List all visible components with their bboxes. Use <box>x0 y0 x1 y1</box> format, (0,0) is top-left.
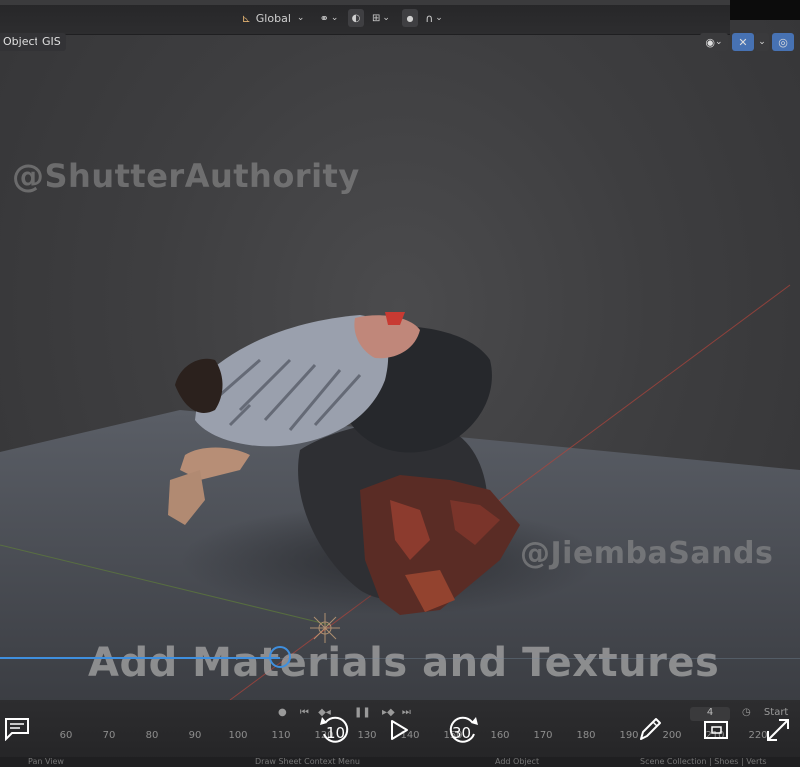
picture-in-picture-button[interactable] <box>702 718 730 742</box>
gizmo-icon: ✕ <box>738 35 748 49</box>
annotate-button[interactable] <box>636 714 664 744</box>
clock-icon: ◷ <box>742 707 751 718</box>
proportional-editing-toggle[interactable]: ● <box>402 9 418 27</box>
object-menu-label: Object <box>3 35 39 48</box>
play-icon <box>391 720 408 740</box>
frame-number: 160 <box>490 730 510 741</box>
skip-forward-value: 30 <box>452 724 472 742</box>
chat-icon <box>5 718 29 741</box>
frame-number: 60 <box>59 730 73 741</box>
gizmo-dropdown[interactable]: ⌄ <box>755 33 769 51</box>
falloff-dropdown[interactable]: ∩ ⌄ <box>421 9 447 27</box>
captions-button[interactable] <box>4 716 30 742</box>
status-bar: Pan View Draw Sheet Context Menu Add Obj… <box>0 757 800 767</box>
window-corner <box>730 0 800 20</box>
expand-icon <box>767 719 789 741</box>
gizmo-toggle[interactable]: ✕ <box>732 33 754 51</box>
falloff-curve-icon: ∩ <box>425 11 434 25</box>
next-key-icon[interactable]: ▸◆ <box>382 707 395 718</box>
pause-icon[interactable]: ❚❚ <box>354 707 371 718</box>
gis-menu[interactable]: GIS <box>37 33 66 51</box>
magnet-icon: ◐ <box>351 12 361 24</box>
chevron-down-icon: ⌄ <box>382 13 390 23</box>
fullscreen-button[interactable] <box>764 716 792 744</box>
chevron-down-icon: ⌄ <box>330 13 339 23</box>
frame-number: 90 <box>188 730 202 741</box>
snap-toggle[interactable]: ◐ <box>348 9 364 27</box>
frame-number: 70 <box>102 730 116 741</box>
link-icon: ⚭ <box>319 11 329 25</box>
status-right: Scene Collection | Shoes | Verts <box>640 757 767 766</box>
pencil-icon <box>640 718 661 740</box>
frame-number: 100 <box>228 730 248 741</box>
video-caption: Add Materials and Textures <box>88 640 720 686</box>
orientation-icon: ⊾ <box>241 11 251 25</box>
chevron-down-icon: ⌄ <box>296 13 305 23</box>
frame-number: 180 <box>576 730 596 741</box>
skip-forward-button[interactable]: 30 <box>446 714 480 744</box>
record-icon[interactable]: ● <box>278 707 287 718</box>
status-center-2: Add Object <box>495 757 540 766</box>
frame-number: 110 <box>271 730 291 741</box>
snap-target-dropdown[interactable]: ⊞ ⌄ <box>367 9 395 27</box>
dot-icon: ● <box>406 13 414 23</box>
transform-orientation-dropdown[interactable]: ⊾ Global ⌄ <box>238 9 308 27</box>
gis-menu-label: GIS <box>42 35 61 48</box>
visibility-dropdown[interactable]: ◉ ⌄ <box>700 33 728 51</box>
frame-number: 200 <box>662 730 682 741</box>
pip-icon <box>704 721 728 739</box>
workspace-tabs[interactable] <box>0 0 730 5</box>
chevron-down-icon: ⌄ <box>758 37 766 47</box>
overlay-toggle[interactable]: ◎ <box>772 33 794 51</box>
skip-back-value: 10 <box>326 724 346 742</box>
watermark-right: @JiembaSands <box>520 536 774 571</box>
current-frame-value: 4 <box>706 707 714 718</box>
skip-back-button[interactable]: 10 <box>318 714 352 744</box>
viewport-header <box>0 0 730 35</box>
overlay-icon: ◎ <box>778 35 788 49</box>
status-left: Pan View <box>28 757 64 766</box>
progress-knob[interactable] <box>269 646 291 668</box>
orientation-label: Global <box>255 11 291 25</box>
3d-viewport[interactable]: ⊾ Global ⌄ ⚭ ⌄ ◐ ⊞ ⌄ ● ∩ ⌄ Object GIS ◉ ⌄… <box>0 0 800 767</box>
jump-end-icon[interactable]: ⏭ <box>402 707 411 718</box>
chevron-down-icon: ⌄ <box>435 13 443 23</box>
pivot-point-dropdown[interactable]: ⚭ ⌄ <box>315 9 343 27</box>
frame-number: 130 <box>357 730 377 741</box>
snap-increment-icon: ⊞ <box>372 12 381 24</box>
frame-number: 80 <box>145 730 159 741</box>
watermark-top: @ShutterAuthority <box>12 157 360 195</box>
frame-number: 170 <box>533 730 553 741</box>
eye-icon: ◉ <box>705 35 716 49</box>
progress-fill <box>0 657 280 659</box>
chevron-down-icon: ⌄ <box>715 37 723 47</box>
play-button[interactable] <box>388 718 410 742</box>
status-center: Draw Sheet Context Menu <box>255 757 360 766</box>
jump-start-icon[interactable]: ⏮ <box>300 707 309 718</box>
